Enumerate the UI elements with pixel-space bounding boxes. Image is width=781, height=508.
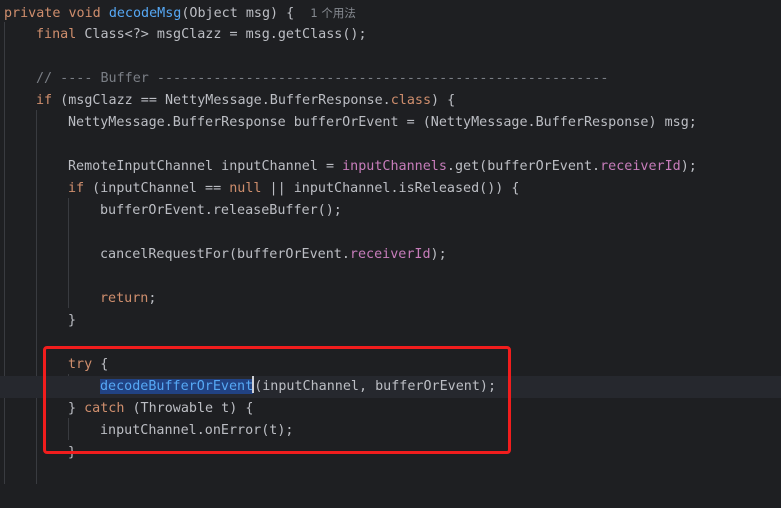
code-line: } — [0, 310, 781, 332]
code-line: bufferOrEvent.releaseBuffer(); — [0, 200, 781, 222]
code-text: ); — [430, 247, 447, 262]
keyword: private — [4, 6, 61, 21]
code-line: if (inputChannel == null || inputChannel… — [0, 178, 781, 200]
field-name: receiverId — [600, 159, 681, 174]
code-text: (Object msg) { — [181, 6, 295, 21]
code-text: ; — [148, 291, 157, 306]
code-line: // ---- Buffer -------------------------… — [0, 68, 781, 90]
code-text: cancelRequestFor(bufferOrEvent. — [100, 247, 350, 262]
keyword: return — [100, 291, 149, 306]
code-editor[interactable]: private void decodeMsg(Object msg) { 1 个… — [0, 0, 781, 484]
annotation-highlight-box — [43, 346, 511, 454]
code-line: if (msgClazz == NettyMessage.BufferRespo… — [0, 90, 781, 112]
code-text: bufferOrEvent.releaseBuffer(); — [100, 203, 342, 218]
code-text: (msgClazz == NettyMessage.BufferResponse… — [52, 93, 391, 108]
code-line: cancelRequestFor(bufferOrEvent.receiverI… — [0, 244, 781, 266]
method-name: decodeMsg — [108, 6, 182, 21]
code-text: (inputChannel == — [84, 181, 230, 196]
code-line: NettyMessage.BufferResponse bufferOrEven… — [0, 112, 781, 134]
field-name: receiverId — [349, 247, 431, 262]
code-text: Class<?> msgClazz = msg.getClass(); — [84, 27, 367, 42]
code-text: NettyMessage.BufferResponse bufferOrEven… — [68, 115, 697, 130]
code-text: RemoteInputChannel inputChannel = — [68, 159, 343, 174]
field-name: inputChannels — [342, 159, 447, 174]
code-text: || inputChannel.isReleased()) { — [261, 181, 520, 196]
code-text: .get(bufferOrEvent. — [446, 159, 601, 174]
code-text: ); — [680, 159, 697, 174]
code-line: private void decodeMsg(Object msg) { 1 个… — [0, 2, 781, 24]
keyword: null — [229, 181, 262, 196]
code-line: return; — [0, 288, 781, 310]
keyword: if — [36, 93, 53, 108]
code-text: } — [68, 313, 77, 328]
keyword: void — [68, 6, 101, 21]
keyword: if — [68, 181, 85, 196]
code-text: ) { — [431, 93, 456, 108]
keyword: class — [390, 93, 432, 108]
comment: // ---- Buffer -------------------------… — [36, 71, 609, 86]
code-line: final Class<?> msgClazz = msg.getClass()… — [0, 24, 781, 46]
keyword: final — [36, 27, 77, 42]
code-line: RemoteInputChannel inputChannel = inputC… — [0, 156, 781, 178]
usage-hint[interactable]: 1 个用法 — [310, 6, 355, 20]
